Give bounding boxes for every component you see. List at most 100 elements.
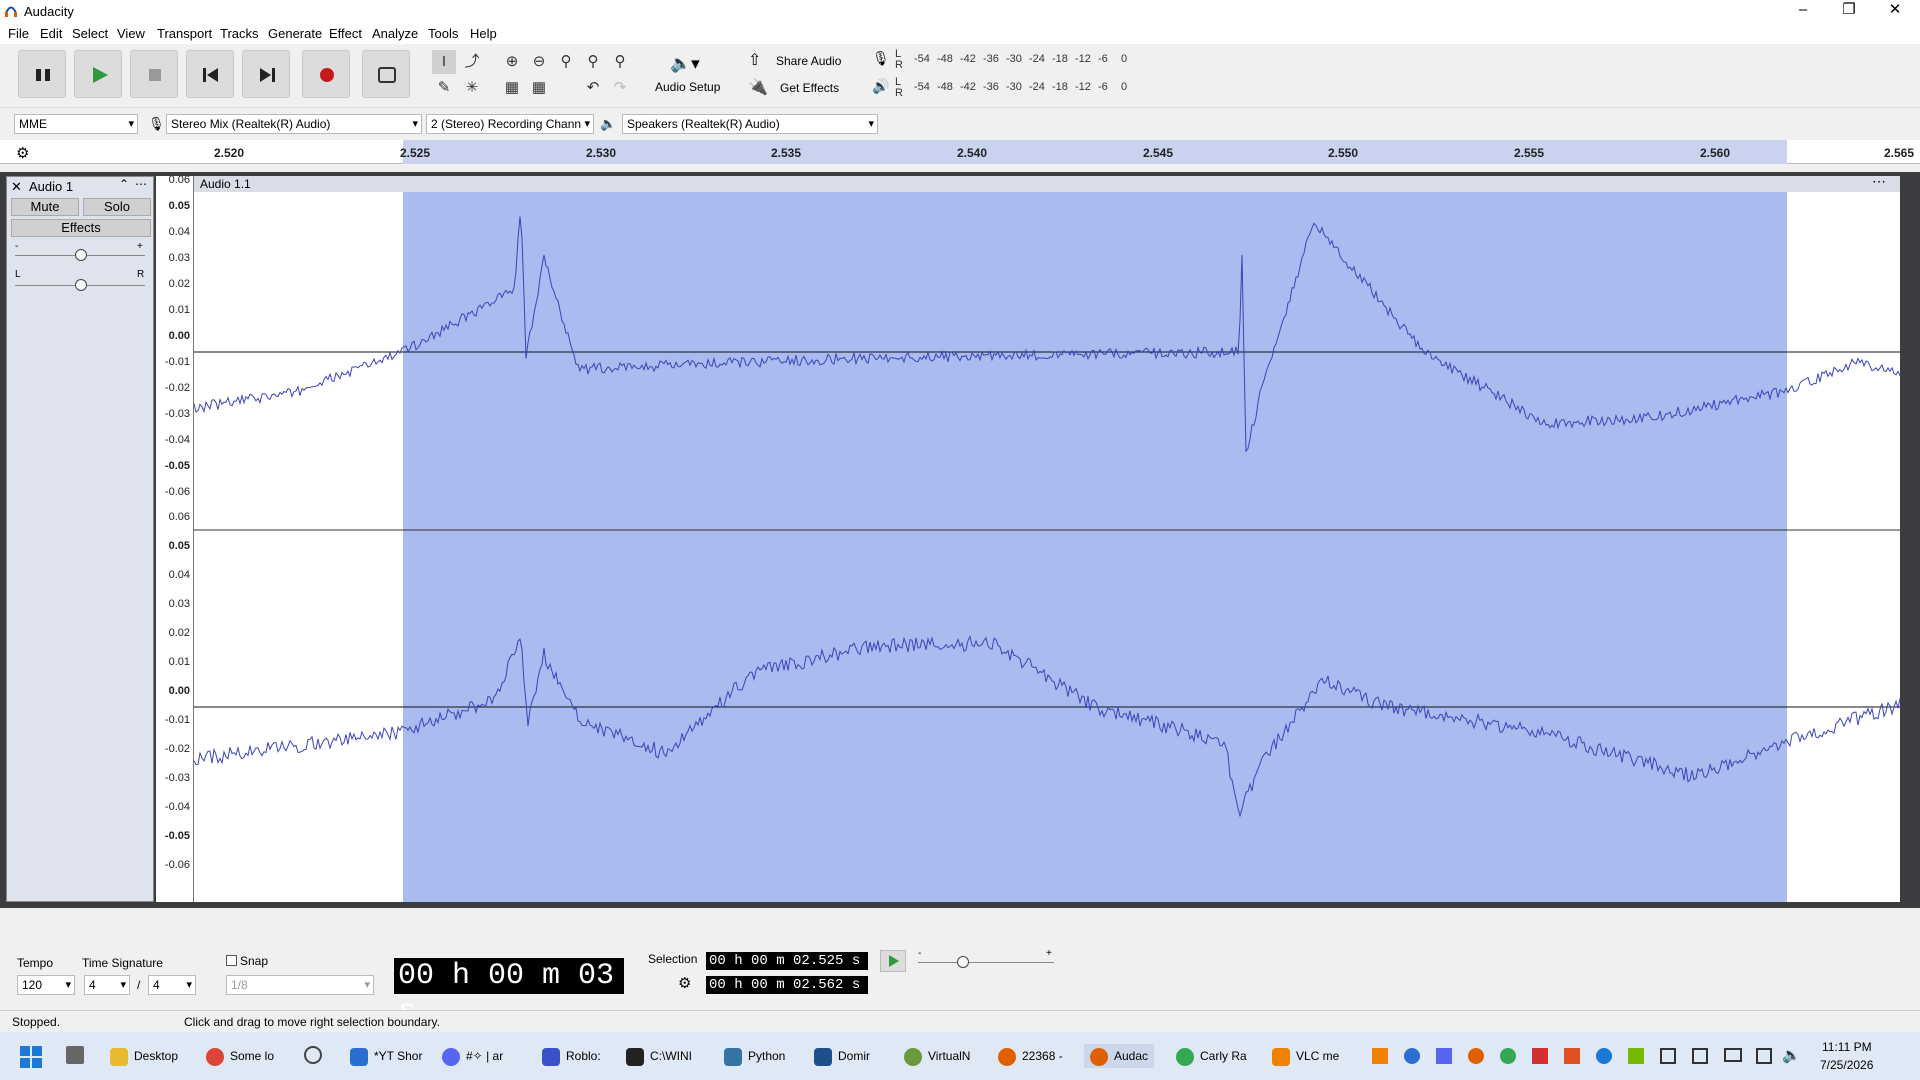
menu-analyze[interactable]: Analyze	[372, 26, 418, 41]
time-display[interactable]: 00 h 00 m 03 s	[394, 958, 624, 1029]
taskbar-item[interactable]: Domir	[814, 1044, 870, 1068]
snap-checkbox[interactable]	[226, 955, 237, 966]
taskbar-item[interactable]: Python	[724, 1044, 785, 1068]
share-audio-button[interactable]: ⇧ Share Audio	[744, 50, 848, 72]
clip-menu-icon[interactable]: ⋯	[1872, 173, 1886, 190]
keyboard-icon[interactable]	[1724, 1048, 1742, 1062]
zoom-toggle-icon[interactable]: ⚲	[608, 50, 632, 74]
solo-button[interactable]: Solo	[83, 198, 151, 216]
tray-discord-icon[interactable]	[1436, 1048, 1452, 1064]
taskbar-item[interactable]: Some lo	[206, 1044, 274, 1068]
menu-select[interactable]: Select	[72, 26, 108, 41]
play-at-speed-button[interactable]	[880, 950, 906, 972]
tempo-input[interactable]: 120	[17, 975, 75, 995]
menu-view[interactable]: View	[117, 26, 145, 41]
tray-network-icon[interactable]	[1660, 1048, 1676, 1064]
taskbar-item[interactable]: Desktop	[110, 1044, 178, 1068]
timeline-settings-icon[interactable]: ⚙	[16, 144, 29, 162]
gain-slider-thumb[interactable]	[75, 249, 87, 261]
menu-tools[interactable]: Tools	[428, 26, 458, 41]
zoom-in-icon[interactable]: ⊕	[500, 50, 524, 74]
tray-nvidia-icon[interactable]	[1628, 1048, 1644, 1064]
selection-tool-icon[interactable]: I	[432, 50, 456, 74]
waveform-view[interactable]: 0.06 0.05 0.04 0.03 0.02 0.01 0.00 -0.01 -0.02 -0…	[156, 173, 1900, 902]
tray-icon[interactable]	[1564, 1048, 1580, 1064]
mute-button[interactable]: Mute	[11, 198, 79, 216]
waveform-canvas[interactable]	[194, 192, 1900, 902]
play-button[interactable]	[74, 50, 122, 98]
effects-button[interactable]: Effects	[11, 219, 151, 237]
get-effects-button[interactable]: 🔌 Get Effects	[744, 77, 848, 99]
recording-channels-select[interactable]: 2 (Stereo) Recording Chann	[426, 114, 594, 134]
pan-slider-thumb[interactable]	[75, 279, 87, 291]
minimize-button[interactable]: –	[1780, 0, 1826, 22]
tray-icon[interactable]	[1468, 1048, 1484, 1064]
envelope-tool-icon[interactable]: ⤴	[460, 50, 484, 74]
taskbar-item[interactable]: Carly Ra	[1176, 1044, 1247, 1068]
skip-to-start-button[interactable]	[186, 50, 234, 98]
menu-generate[interactable]: Generate	[268, 26, 322, 41]
menu-file[interactable]: File	[8, 26, 29, 41]
multi-tool-icon[interactable]: ✳	[460, 76, 484, 100]
record-meter[interactable]: 🎙 L R -54 -48 -42 -36 -30 -24 -18 -12 -6 0	[868, 48, 1144, 72]
menu-effect[interactable]: Effect	[329, 26, 362, 41]
tray-search-icon[interactable]	[1596, 1048, 1612, 1064]
undo-icon[interactable]: ↶	[581, 76, 605, 100]
close-button[interactable]: ✕	[1872, 0, 1918, 22]
menu-edit[interactable]: Edit	[40, 26, 62, 41]
taskbar-item[interactable]: *YT Shor	[350, 1044, 422, 1068]
fit-selection-icon[interactable]: ⚲	[554, 50, 578, 74]
pause-button[interactable]	[18, 50, 66, 98]
taskbar-item[interactable]: 22368 -	[998, 1044, 1063, 1068]
playback-meter[interactable]: 🔊 L R -54 -48 -42 -36 -30 -24 -18 -12 -6 0	[868, 76, 1144, 100]
clock-time[interactable]: 11:11 PM	[1822, 1040, 1872, 1054]
draw-tool-icon[interactable]: ✎	[432, 76, 456, 100]
tray-icon[interactable]	[1404, 1048, 1420, 1064]
tray-vlc-icon[interactable]	[1372, 1048, 1388, 1064]
taskbar-item-active[interactable]: Audac	[1084, 1044, 1155, 1068]
zoom-out-icon[interactable]: ⊖	[527, 50, 551, 74]
recording-device-select[interactable]: Stereo Mix (Realtek(R) Audio)	[166, 114, 422, 134]
selection-end[interactable]: 00 h 00 m 02.562 s	[706, 976, 868, 994]
task-view-icon[interactable]	[66, 1046, 84, 1064]
playback-device-select[interactable]: Speakers (Realtek(R) Audio)	[622, 114, 878, 134]
timeline-ruler[interactable]: ⚙ 2.520 2.525 2.530 2.535 2.540 2.545 2.…	[0, 140, 1920, 164]
taskbar-item[interactable]: C:\WINI	[626, 1044, 692, 1068]
menu-help[interactable]: Help	[470, 26, 497, 41]
trim-audio-icon[interactable]: ▦	[500, 76, 524, 100]
time-sig-denominator[interactable]: 4	[148, 975, 196, 995]
loop-button[interactable]	[362, 50, 410, 98]
fit-project-icon[interactable]: ⚲	[581, 50, 605, 74]
restore-button[interactable]: ❐	[1826, 0, 1872, 22]
close-track-icon[interactable]: ✕	[11, 179, 22, 195]
tray-icon[interactable]	[1500, 1048, 1516, 1064]
display-icon[interactable]	[1756, 1048, 1772, 1064]
taskbar-item[interactable]: #✧ | ar	[442, 1044, 503, 1068]
taskbar-item[interactable]: VirtualN	[904, 1044, 970, 1068]
clock-date[interactable]: 7/25/2026	[1820, 1058, 1873, 1072]
selection-start[interactable]: 00 h 00 m 02.525 s	[706, 952, 868, 970]
selection-settings-icon[interactable]: ⚙	[678, 974, 691, 992]
stop-button[interactable]	[130, 50, 178, 98]
record-button[interactable]	[302, 50, 350, 98]
obs-icon[interactable]	[304, 1046, 322, 1064]
silence-audio-icon[interactable]: ▦	[527, 76, 551, 100]
redo-icon[interactable]: ↷	[608, 76, 632, 100]
track-name[interactable]: Audio 1	[29, 179, 73, 194]
playback-speed-slider[interactable]	[918, 962, 1054, 963]
audio-host-select[interactable]: MME	[14, 114, 138, 134]
clip-header[interactable]: Audio 1.1 ⋯	[194, 173, 1900, 192]
track-menu-icon[interactable]: ⋯	[135, 177, 147, 191]
windows-start-icon[interactable]	[20, 1046, 42, 1068]
speed-slider-thumb[interactable]	[957, 956, 969, 968]
collapse-icon[interactable]: ⌃	[119, 177, 129, 191]
taskbar-item[interactable]: VLC me	[1272, 1044, 1339, 1068]
tray-icon[interactable]	[1692, 1048, 1708, 1064]
menu-transport[interactable]: Transport	[157, 26, 212, 41]
audio-setup-button[interactable]: 🔈▾ Audio Setup	[652, 50, 724, 98]
taskbar-item[interactable]: Roblo:	[542, 1044, 601, 1068]
time-sig-numerator[interactable]: 4	[84, 975, 130, 995]
skip-to-end-button[interactable]	[242, 50, 290, 98]
volume-icon[interactable]: 🔈	[1782, 1046, 1801, 1064]
menu-tracks[interactable]: Tracks	[220, 26, 259, 41]
